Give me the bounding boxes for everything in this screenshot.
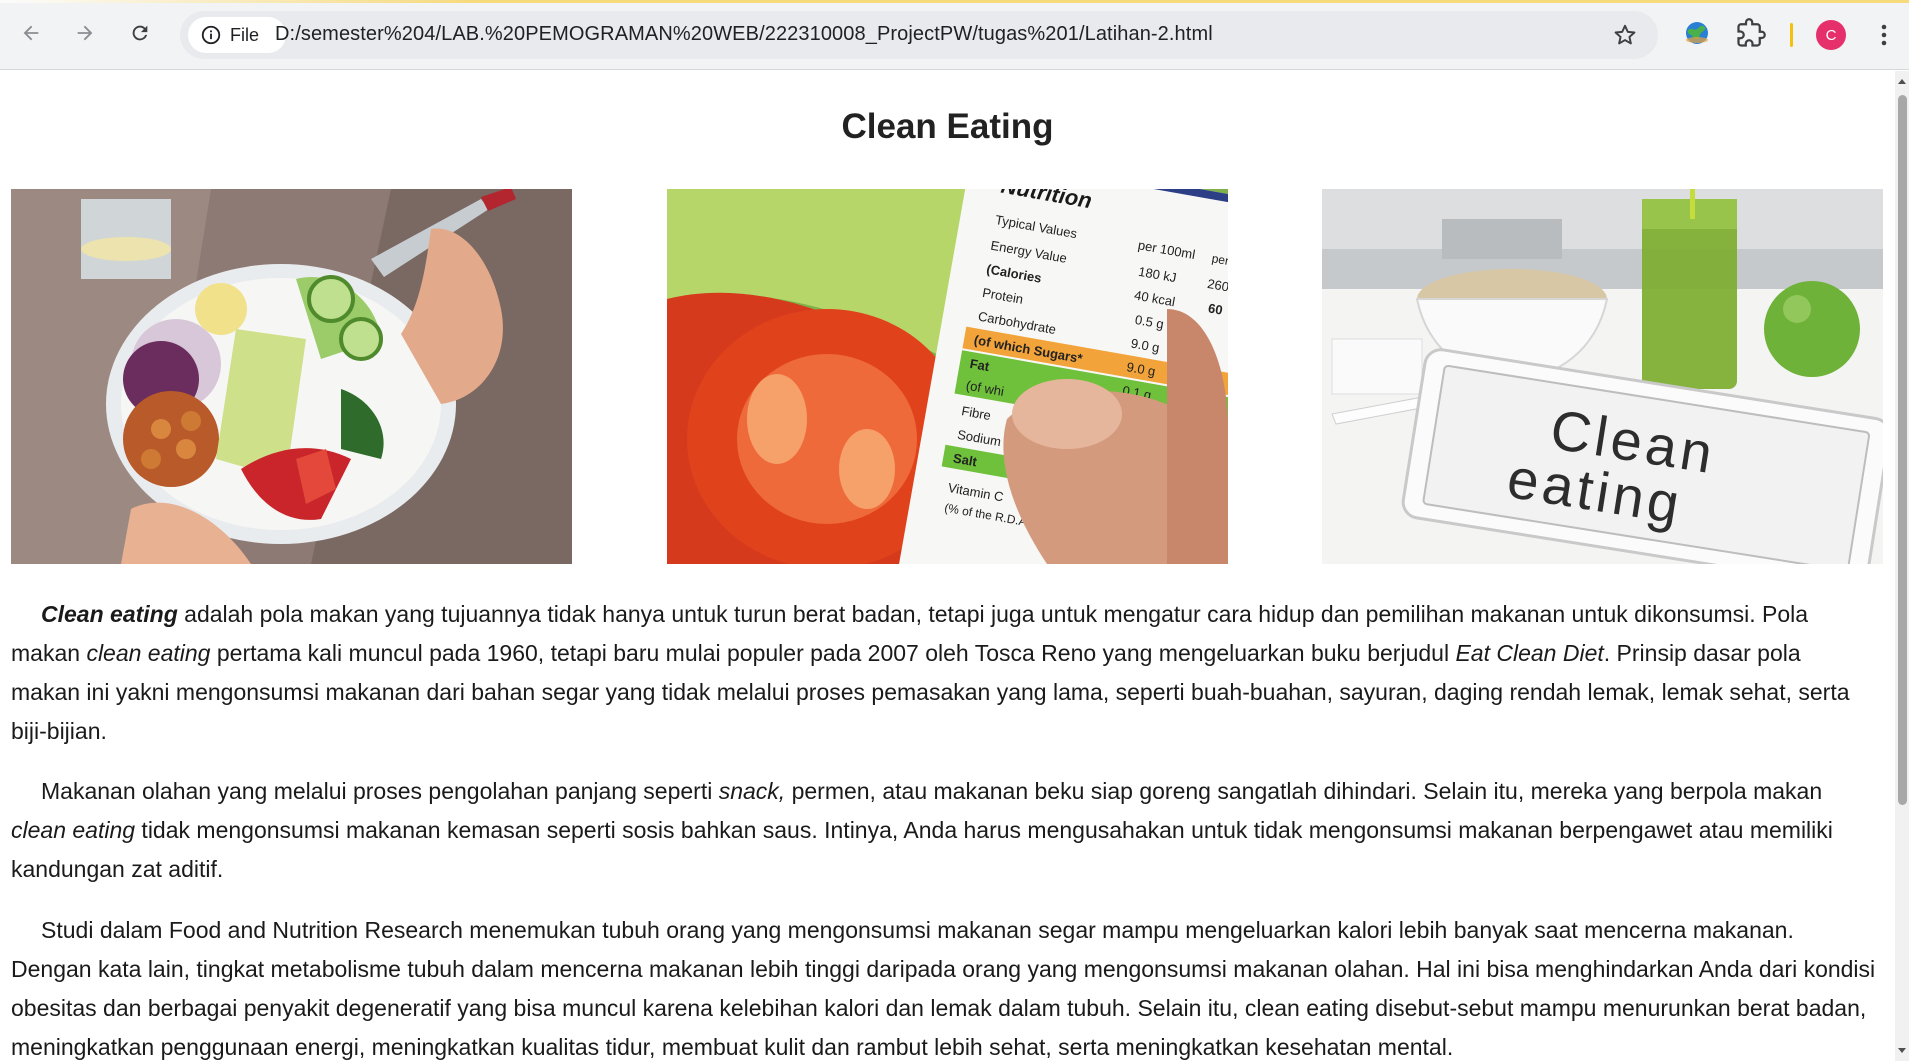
address-bar[interactable]: File D:/semester%204/LAB.%20PEMOGRAMAN%2…: [180, 11, 1658, 59]
p2-text: tidak mengonsumsi makanan kemasan sepert…: [11, 817, 1833, 882]
reload-icon: [132, 25, 148, 41]
p3-text: Studi dalam Food and Nutrition Research …: [11, 917, 1876, 1060]
reload-button[interactable]: [121, 14, 159, 52]
p1-text: pertama kali muncul pada 1960, tetapi ba…: [210, 640, 1456, 666]
toolbar-divider: [1790, 23, 1793, 47]
puzzle-icon[interactable]: [1736, 18, 1766, 48]
page-title: Clean Eating: [841, 107, 1054, 146]
loading-accent-bar: [0, 0, 1909, 3]
back-button[interactable]: [12, 14, 50, 52]
profile-avatar[interactable]: C: [1816, 20, 1846, 50]
paragraph-3: Studi dalam Food and Nutrition Research …: [11, 911, 1876, 1061]
info-icon: [201, 25, 221, 45]
globe-extension-icon[interactable]: [1682, 18, 1712, 48]
page-viewport: Clean Eating Nutrition Typical Values pe…: [0, 71, 1895, 1061]
paragraph-1: Clean eating adalah pola makan yang tuju…: [11, 595, 1876, 751]
menu-dots-icon[interactable]: [1872, 20, 1896, 50]
scroll-thumb[interactable]: [1898, 95, 1907, 805]
browser-toolbar: File D:/semester%204/LAB.%20PEMOGRAMAN%2…: [0, 0, 1909, 70]
scroll-up-arrow-icon[interactable]: [1897, 77, 1907, 87]
term-clean-eating-italic: clean eating: [86, 640, 211, 666]
book-title: Eat Clean Diet: [1455, 640, 1604, 666]
forward-button[interactable]: [66, 14, 104, 52]
term-clean-eating: Clean eating: [41, 601, 178, 627]
scroll-down-arrow-icon[interactable]: [1897, 1045, 1907, 1055]
p2-text: permen, atau makanan beku siap goreng sa…: [785, 778, 1823, 804]
page-scrollbar[interactable]: [1895, 71, 1909, 1061]
url-text[interactable]: D:/semester%204/LAB.%20PEMOGRAMAN%20WEB/…: [275, 23, 1213, 46]
star-icon[interactable]: [1612, 22, 1638, 48]
clean-eating-tablet-photo: Clean eating: [1322, 189, 1883, 564]
back-icon: [23, 25, 39, 41]
nutrition-label-photo: Nutrition Typical Values per 100ml per 1…: [667, 189, 1228, 564]
label-line: 60: [1207, 300, 1224, 317]
term-snack: snack,: [718, 778, 786, 804]
term-clean-eating-italic: clean eating: [11, 817, 136, 843]
forward-icon: [77, 25, 93, 41]
site-info-chip[interactable]: File: [188, 17, 286, 53]
salad-bowl-photo: [11, 189, 572, 564]
p2-text: Makanan olahan yang melalui proses pengo…: [41, 778, 719, 804]
paragraph-2: Makanan olahan yang melalui proses pengo…: [11, 772, 1876, 889]
site-chip-label: File: [230, 24, 260, 45]
